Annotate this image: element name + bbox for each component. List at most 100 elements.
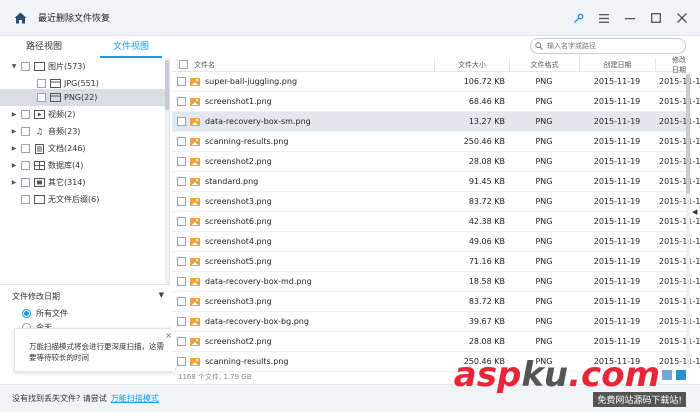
chevron-down-icon[interactable]: ▼ <box>159 291 164 299</box>
image-file-icon <box>190 252 202 271</box>
image-file-icon <box>190 332 202 351</box>
watermark-ku: ku <box>521 355 569 395</box>
row-checkbox[interactable] <box>177 72 189 91</box>
tree-item-label: 图片(573) <box>48 62 86 71</box>
tree-item-audio[interactable]: ▶ ♫ 音频(23) <box>0 123 170 140</box>
row-checkbox[interactable] <box>177 172 189 191</box>
file-format: PNG <box>535 177 553 186</box>
tab-file-view[interactable]: 文件视图 <box>100 40 162 58</box>
select-all-checkbox[interactable] <box>177 58 189 71</box>
row-checkbox[interactable] <box>177 232 189 251</box>
column-header-created[interactable]: 创建日期 <box>579 58 655 71</box>
row-checkbox[interactable] <box>177 352 189 371</box>
list-view-icon[interactable] <box>676 370 686 380</box>
created-date: 2015-11-19 <box>593 197 641 206</box>
checkbox[interactable] <box>21 127 30 136</box>
table-row[interactable]: screenshot2.png 28.08 KB PNG 2015-11-19 2015… <box>172 152 700 172</box>
file-size: 39.67 KB <box>468 317 505 326</box>
checkbox[interactable] <box>21 178 30 187</box>
file-size: 42.38 KB <box>468 217 505 226</box>
menu-icon[interactable] <box>592 6 616 30</box>
chevron-right-icon[interactable]: ▶ <box>9 128 19 135</box>
file-name: scanning-results.png <box>205 357 289 366</box>
row-checkbox[interactable] <box>177 252 189 271</box>
checkbox[interactable] <box>37 79 46 88</box>
tree-item-png[interactable]: PNG(22) <box>0 89 170 106</box>
tree-item-video[interactable]: ▶ 视频(2) <box>0 106 170 123</box>
modified-date: 2015-11-19 <box>659 337 700 346</box>
checkbox[interactable] <box>21 62 30 71</box>
table-row[interactable]: data-recovery-box-bg.png 39.67 KB PNG 2015-… <box>172 312 700 332</box>
chevron-right-icon[interactable]: ▶ <box>9 145 19 152</box>
table-row[interactable]: screenshot5.png 71.16 KB PNG 2015-11-19 2015… <box>172 252 700 272</box>
deep-scan-link[interactable]: 万能扫描模式 <box>111 394 159 403</box>
tree-item-label: 音频(23) <box>48 127 81 136</box>
file-name: screenshot6.png <box>205 217 272 226</box>
row-checkbox[interactable] <box>177 192 189 211</box>
table-scrollbar[interactable] <box>686 72 690 368</box>
table-row[interactable]: screenshot1.png 68.46 KB PNG 2015-11-19 2015… <box>172 92 700 112</box>
tree-item-images[interactable]: ▼ 图片(573) <box>0 58 170 75</box>
column-header-modified[interactable]: 修改日期 <box>655 56 686 74</box>
checkbox[interactable] <box>21 161 30 170</box>
search-input[interactable] <box>547 42 677 50</box>
tree-item-no-extension[interactable]: 无文件后缀(6) <box>0 191 170 208</box>
column-header-size[interactable]: 文件大小 <box>434 58 509 71</box>
file-format: PNG <box>535 277 553 286</box>
grid-view-icon[interactable] <box>662 370 672 380</box>
minimize-icon[interactable] <box>618 6 642 30</box>
checkbox[interactable] <box>21 144 30 153</box>
row-checkbox[interactable] <box>177 92 189 111</box>
radio-icon[interactable] <box>22 308 31 318</box>
modified-date: 2015-11-19 <box>659 117 700 126</box>
row-checkbox[interactable] <box>177 292 189 311</box>
maximize-icon[interactable] <box>644 6 668 30</box>
tree-item-documents[interactable]: ▶ 文档(246) <box>0 140 170 157</box>
row-checkbox[interactable] <box>177 132 189 151</box>
created-date: 2015-11-19 <box>593 97 641 106</box>
table-row[interactable]: data-recovery-box-md.png 18.58 KB PNG 2015-… <box>172 272 700 292</box>
file-name: data-recovery-box-md.png <box>205 277 312 286</box>
row-checkbox[interactable] <box>177 272 189 291</box>
modified-date: 2015-11-19 <box>659 237 700 246</box>
table-row[interactable]: screenshot6.png 42.38 KB PNG 2015-11-19 2015… <box>172 212 700 232</box>
table-row[interactable]: standard.png 91.45 KB PNG 2015-11-19 2015-11… <box>172 172 700 192</box>
search-box[interactable] <box>530 38 686 54</box>
table-row[interactable]: screenshot2.png 28.08 KB PNG 2015-11-19 2015… <box>172 332 700 352</box>
folder-icon <box>34 62 45 72</box>
tree-item-other[interactable]: ▶ 其它(314) <box>0 174 170 191</box>
file-size: 18.58 KB <box>468 277 505 286</box>
tab-path-view[interactable]: 路径视图 <box>14 40 74 58</box>
row-checkbox[interactable] <box>177 212 189 231</box>
table-row[interactable]: screenshot3.png 83.72 KB PNG 2015-11-19 2015… <box>172 292 700 312</box>
row-checkbox[interactable] <box>177 332 189 351</box>
row-checkbox[interactable] <box>177 312 189 331</box>
table-row[interactable]: screenshot3.png 83.72 KB PNG 2015-11-19 2015… <box>172 192 700 212</box>
pin-icon[interactable] <box>566 6 590 30</box>
modified-date: 2015-11-19 <box>659 357 700 366</box>
checkbox[interactable] <box>21 110 30 119</box>
column-header-format[interactable]: 文件格式 <box>509 58 579 71</box>
table-row[interactable]: super-ball-juggling.png 106.72 KB PNG 2015-… <box>172 72 700 92</box>
chevron-right-icon[interactable]: ▶ <box>9 162 19 169</box>
chevron-right-icon[interactable]: ▶ <box>9 179 19 186</box>
table-row[interactable]: data-recovery-box-sm.png 13.27 KB PNG 2015-… <box>172 112 700 132</box>
checkbox[interactable] <box>21 195 30 204</box>
file-format: PNG <box>535 237 553 246</box>
created-date: 2015-11-19 <box>593 297 641 306</box>
table-row[interactable]: scanning-results.png 250.46 KB PNG 2015-11-… <box>172 132 700 152</box>
close-icon[interactable] <box>670 6 694 30</box>
radio-all-files[interactable]: 所有文件 <box>22 307 68 319</box>
checkbox[interactable] <box>37 93 46 102</box>
collapse-arrow-icon[interactable]: ◀ <box>692 208 697 216</box>
tree-scrollbar[interactable] <box>165 58 169 284</box>
close-icon[interactable]: × <box>165 330 172 341</box>
chevron-right-icon[interactable]: ▶ <box>9 111 19 118</box>
tree-item-database[interactable]: ▶ 数据库(4) <box>0 157 170 174</box>
table-row[interactable]: screenshot4.png 49.06 KB PNG 2015-11-19 2015… <box>172 232 700 252</box>
column-header-name[interactable]: 文件名 <box>190 58 434 71</box>
home-icon[interactable] <box>8 6 32 30</box>
chevron-down-icon[interactable]: ▼ <box>9 63 19 70</box>
row-checkbox[interactable] <box>177 112 189 131</box>
row-checkbox[interactable] <box>177 152 189 171</box>
